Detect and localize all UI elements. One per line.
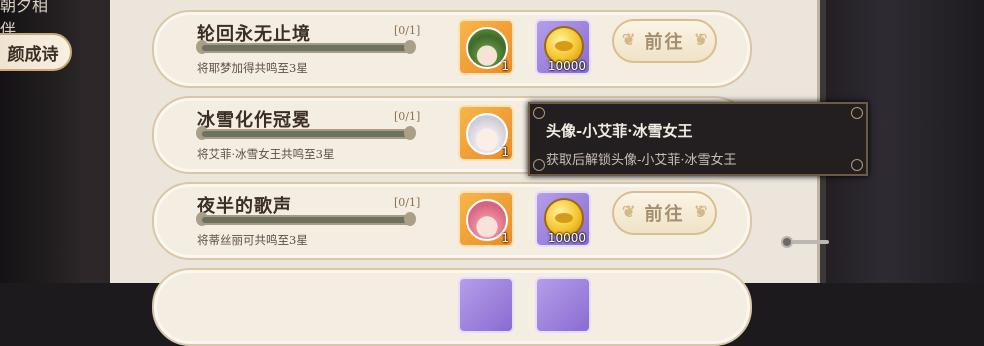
reward-avatar[interactable]: 1: [458, 105, 514, 161]
quest-progress-bar: [200, 129, 412, 139]
reward-coin[interactable]: 10000: [535, 19, 591, 75]
reward-count: 10000: [547, 231, 586, 245]
tooltip-corner-ornament: [851, 107, 863, 119]
reward-count: 1: [501, 145, 509, 159]
progress-cap-right: [404, 126, 416, 140]
door-handle-icon: [781, 236, 829, 248]
quest-row: 轮回永无止境 [0/1] 将耶梦加得共鸣至3星 1 10000 前往: [152, 10, 752, 88]
quest-progress: [0/1]: [394, 196, 421, 209]
quest-description: 将艾菲·冰雪女王共鸣至3星: [197, 147, 335, 161]
progress-cap-right: [404, 212, 416, 226]
tooltip-corner-ornament: [851, 159, 863, 171]
go-button[interactable]: 前往: [612, 19, 717, 63]
sidebar-item-label-top: 朝夕相伴: [0, 0, 49, 39]
sidebar-tab-active[interactable]: 颜成诗: [0, 33, 72, 71]
reward-avatar[interactable]: 1: [458, 191, 514, 247]
reward-count: 1: [501, 231, 509, 245]
reward-tooltip: 头像-小艾菲·冰雪女王 获取后解锁头像-小艾菲·冰雪女王: [528, 102, 868, 176]
quest-row-background: [152, 268, 752, 346]
tooltip-corner-ornament: [533, 107, 545, 119]
quest-description: 将蒂丝丽可共鸣至3星: [197, 233, 308, 247]
quest-progress-bar: [200, 43, 412, 53]
reward-item[interactable]: [535, 277, 591, 333]
tooltip-description: 获取后解锁头像-小艾菲·冰雪女王: [546, 153, 737, 168]
reward-coin[interactable]: 10000: [535, 191, 591, 247]
panel-frame: [80, 0, 110, 283]
quest-progress-bar: [200, 215, 412, 225]
quest-row: [152, 268, 752, 346]
quest-description: 将耶梦加得共鸣至3星: [197, 61, 308, 75]
progress-cap-right: [404, 40, 416, 54]
go-button[interactable]: 前往: [612, 191, 717, 235]
reward-avatar[interactable]: 1: [458, 19, 514, 75]
quest-progress: [0/1]: [394, 24, 421, 37]
reward-item[interactable]: [458, 277, 514, 333]
reward-count: 1: [501, 59, 509, 73]
quest-progress: [0/1]: [394, 110, 421, 123]
tooltip-title: 头像-小艾菲·冰雪女王: [546, 122, 693, 140]
reward-count: 10000: [547, 59, 586, 73]
quest-row: 夜半的歌声 [0/1] 将蒂丝丽可共鸣至3星 1 10000 前往: [152, 182, 752, 260]
tooltip-corner-ornament: [533, 159, 545, 171]
